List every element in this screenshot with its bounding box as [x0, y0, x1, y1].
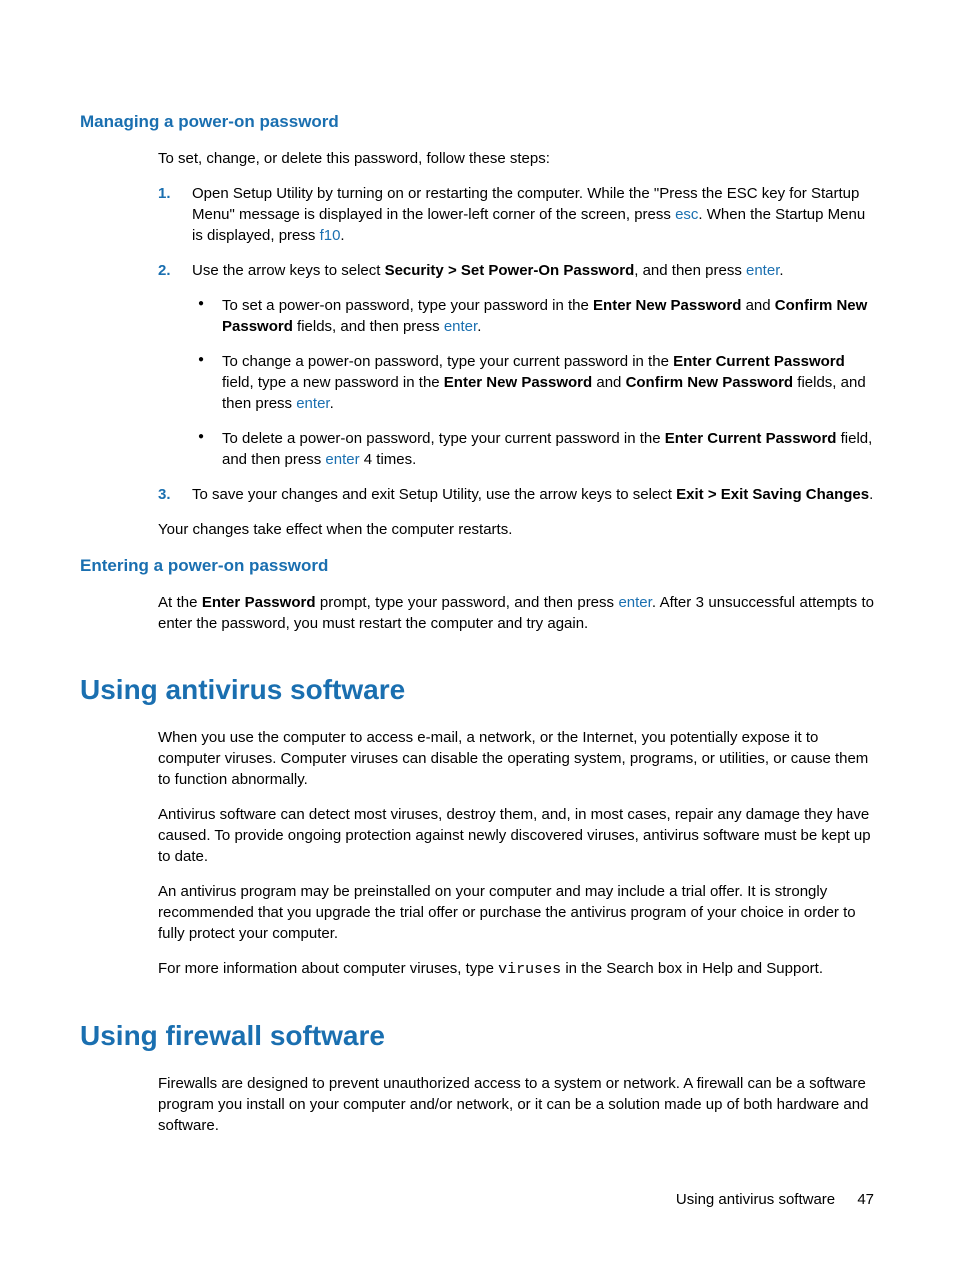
- menu-path: Exit > Exit Saving Changes: [676, 486, 869, 503]
- bullet-text: To set a power-on password, type your pa…: [222, 297, 593, 314]
- entering-text: At the Enter Password prompt, type your …: [158, 592, 874, 634]
- field-name: Confirm New Password: [626, 374, 794, 391]
- bullet-text: .: [477, 318, 481, 335]
- entering-content: At the Enter Password prompt, type your …: [158, 592, 874, 634]
- heading-managing-password: Managing a power-on password: [80, 110, 874, 134]
- bullet-text: To change a power-on password, type your…: [222, 353, 673, 370]
- antivirus-content: When you use the computer to access e-ma…: [158, 727, 874, 980]
- page-number: 47: [857, 1191, 874, 1208]
- bullet-text: and: [592, 374, 625, 391]
- bullet-change: To change a power-on password, type your…: [192, 351, 874, 414]
- key-enter: enter: [618, 594, 651, 611]
- bullet-text: fields, and then press: [293, 318, 444, 335]
- step-number: 1.: [158, 183, 171, 204]
- bullet-text: .: [330, 395, 334, 412]
- step-number: 3.: [158, 484, 171, 505]
- managing-content: To set, change, or delete this password,…: [158, 148, 874, 540]
- step-2: 2. Use the arrow keys to select Security…: [158, 260, 874, 470]
- sub-bullets: To set a power-on password, type your pa…: [192, 295, 874, 470]
- key-enter: enter: [325, 451, 359, 468]
- prompt-name: Enter Password: [202, 594, 316, 611]
- menu-path: Security > Set Power-On Password: [385, 262, 635, 279]
- bullet-text: 4 times.: [360, 451, 417, 468]
- text: in the Search box in Help and Support.: [561, 960, 823, 977]
- step-text: To save your changes and exit Setup Util…: [192, 486, 676, 503]
- bullet-text: field, type a new password in the: [222, 374, 444, 391]
- key-esc: esc: [675, 206, 698, 223]
- code-text: viruses: [498, 961, 561, 978]
- step-text: Use the arrow keys to select: [192, 262, 385, 279]
- heading-firewall: Using firewall software: [80, 1016, 874, 1055]
- key-enter: enter: [746, 262, 779, 279]
- bullet-text: To delete a power-on password, type your…: [222, 430, 665, 447]
- key-enter: enter: [444, 318, 477, 335]
- step-3: 3. To save your changes and exit Setup U…: [158, 484, 874, 505]
- paragraph: Antivirus software can detect most virus…: [158, 804, 874, 867]
- key-enter: enter: [296, 395, 329, 412]
- footer-label: Using antivirus software: [676, 1191, 835, 1208]
- paragraph: For more information about computer viru…: [158, 958, 874, 980]
- heading-entering-password: Entering a power-on password: [80, 554, 874, 578]
- step-text: .: [340, 227, 344, 244]
- step-number: 2.: [158, 260, 171, 281]
- heading-antivirus: Using antivirus software: [80, 670, 874, 709]
- paragraph: An antivirus program may be preinstalled…: [158, 881, 874, 944]
- bullet-text: and: [741, 297, 774, 314]
- text: At the: [158, 594, 202, 611]
- field-name: Enter Current Password: [665, 430, 837, 447]
- firewall-content: Firewalls are designed to prevent unauth…: [158, 1073, 874, 1136]
- bullet-set: To set a power-on password, type your pa…: [192, 295, 874, 337]
- paragraph: Firewalls are designed to prevent unauth…: [158, 1073, 874, 1136]
- intro-text: To set, change, or delete this password,…: [158, 148, 874, 169]
- field-name: Enter New Password: [593, 297, 741, 314]
- field-name: Enter Current Password: [673, 353, 845, 370]
- step-1: 1. Open Setup Utility by turning on or r…: [158, 183, 874, 246]
- step-text: .: [779, 262, 783, 279]
- field-name: Enter New Password: [444, 374, 592, 391]
- key-f10: f10: [320, 227, 341, 244]
- page-footer: Using antivirus software 47: [676, 1189, 874, 1210]
- step-text: .: [869, 486, 873, 503]
- steps-list: 1. Open Setup Utility by turning on or r…: [158, 183, 874, 505]
- outro-text: Your changes take effect when the comput…: [158, 519, 874, 540]
- bullet-delete: To delete a power-on password, type your…: [192, 428, 874, 470]
- text: For more information about computer viru…: [158, 960, 498, 977]
- paragraph: When you use the computer to access e-ma…: [158, 727, 874, 790]
- step-text: , and then press: [634, 262, 746, 279]
- text: prompt, type your password, and then pre…: [315, 594, 618, 611]
